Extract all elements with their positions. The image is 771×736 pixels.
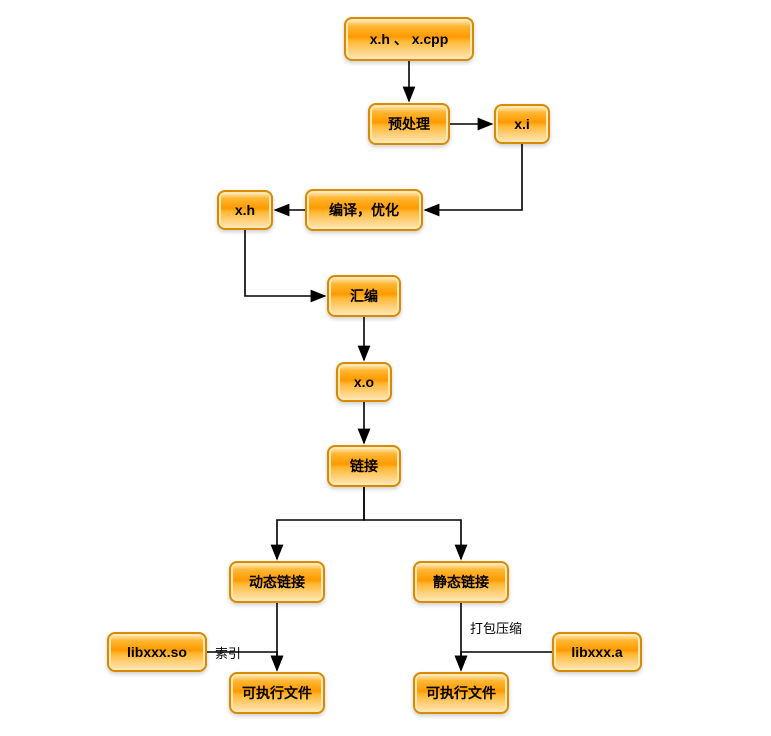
node-assemble: 汇编 xyxy=(327,275,401,317)
node-preprocess: 预处理 xyxy=(368,103,450,145)
node-dynlink: 动态链接 xyxy=(229,561,325,603)
node-compile: 编译，优化 xyxy=(305,189,423,231)
node-exe1: 可执行文件 xyxy=(229,672,325,714)
node-xi: x.i xyxy=(494,104,550,144)
node-liba: libxxx.a xyxy=(552,632,642,672)
node-libso: libxxx.so xyxy=(107,632,207,672)
node-link: 链接 xyxy=(327,445,401,487)
node-exe2: 可执行文件 xyxy=(413,672,509,714)
node-source: x.h 、 x.cpp xyxy=(344,17,474,61)
edge-label-index: 索引 xyxy=(215,643,241,662)
node-xh: x.h xyxy=(217,190,273,230)
node-xo: x.o xyxy=(336,362,392,402)
edge-label-archive: 打包压缩 xyxy=(470,618,522,637)
node-staticlink: 静态链接 xyxy=(413,561,509,603)
